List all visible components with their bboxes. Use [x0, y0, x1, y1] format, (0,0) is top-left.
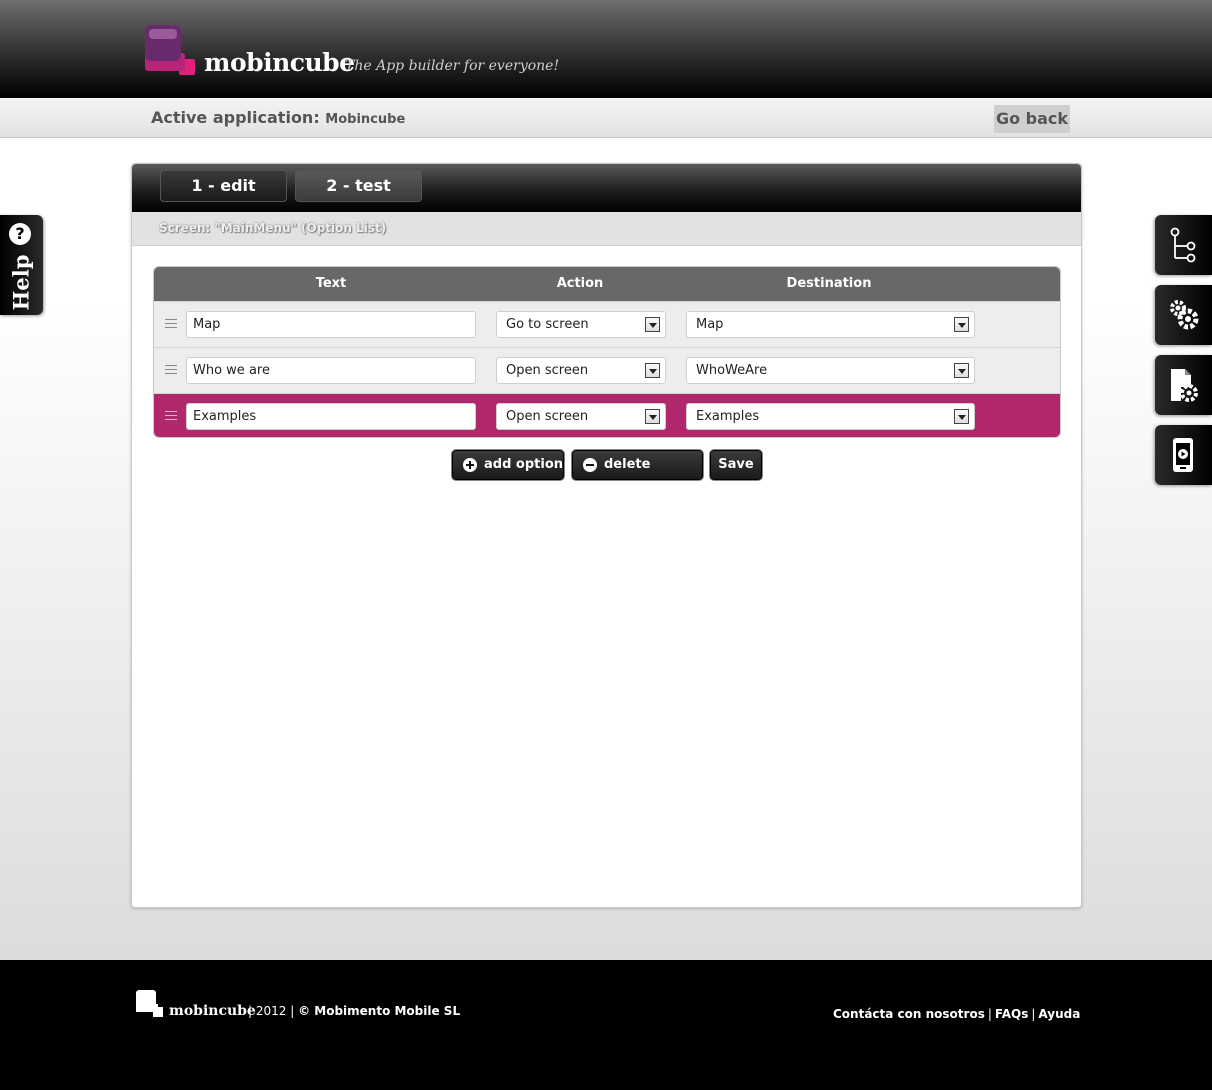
delete-option-button[interactable]: delete option [572, 450, 703, 500]
destination-select[interactable]: WhoWeAre [686, 357, 975, 384]
action-select-value: Go to screen [506, 317, 589, 332]
chevron-down-icon[interactable] [645, 317, 660, 332]
footer-year: 2012 [255, 1004, 287, 1018]
chevron-down-icon[interactable] [645, 409, 660, 424]
chevron-down-icon[interactable] [954, 363, 969, 378]
mobincube-logo-icon [136, 990, 166, 1020]
active-application-bar: Active application: Mobincube Go back [0, 98, 1212, 138]
active-application-label: Active application: Mobincube [151, 108, 405, 127]
tab-test[interactable]: 2 - test [295, 170, 422, 202]
go-back-button[interactable]: Go back [994, 105, 1070, 133]
chevron-down-icon[interactable] [954, 409, 969, 424]
option-text-input[interactable]: Map [186, 311, 476, 338]
option-list-table: Text Action Destination Map Go to screen… [153, 266, 1061, 438]
active-application-title: Active application: [151, 108, 320, 127]
action-select-value: Open screen [506, 363, 589, 378]
app-tree-tab[interactable] [1155, 215, 1212, 275]
save-button[interactable]: Save [710, 450, 762, 480]
file-settings-tab[interactable] [1155, 355, 1212, 415]
gears-icon [1170, 300, 1199, 330]
chevron-down-icon[interactable] [645, 363, 660, 378]
tab-edit[interactable]: 1 - edit [160, 170, 287, 202]
footer-link-faqs[interactable]: FAQs [995, 1007, 1028, 1021]
footer-copyright: | 2012 | © Mobimento Mobile SL [248, 1004, 461, 1018]
destination-select-value: Examples [696, 409, 760, 424]
drag-handle-icon[interactable] [165, 319, 177, 329]
footer-company: © Mobimento Mobile SL [298, 1004, 461, 1018]
table-row-selected[interactable]: Examples Open screen Examples [154, 393, 1060, 437]
option-text-input[interactable]: Who we are [186, 357, 476, 384]
site-header: mobincube The App builder for everyone! [0, 0, 1212, 98]
column-header-text: Text [315, 276, 347, 291]
add-option-button[interactable]: add option [452, 450, 564, 480]
tagline: The App builder for everyone! [345, 58, 560, 74]
editor-panel: 1 - edit 2 - test Screen: "MainMenu" (Op… [131, 163, 1082, 908]
drag-handle-icon[interactable] [165, 411, 177, 421]
action-select[interactable]: Go to screen [496, 311, 666, 338]
add-option-label: add option [484, 457, 564, 472]
phone-preview-icon [1173, 438, 1193, 472]
question-icon: ? [9, 223, 31, 245]
preview-tab[interactable] [1155, 425, 1212, 485]
destination-select-value: Map [696, 317, 724, 332]
option-text-input[interactable]: Examples [186, 403, 476, 430]
screen-info-bar: Screen: "MainMenu" (Option List) [132, 212, 1081, 246]
plus-icon [463, 458, 477, 472]
footer-link-ayuda[interactable]: Ayuda [1038, 1007, 1080, 1021]
column-header-destination: Destination [786, 276, 872, 291]
action-select[interactable]: Open screen [496, 357, 666, 384]
delete-option-label: delete option [604, 457, 652, 500]
tab-bar: 1 - edit 2 - test [132, 164, 1081, 212]
file-settings-icon [1171, 369, 1198, 402]
column-header-action: Action [556, 276, 604, 291]
drag-handle-icon[interactable] [165, 365, 177, 375]
minus-icon [583, 458, 597, 472]
screen-label: Screen: "MainMenu" (Option List) [159, 221, 387, 235]
settings-tab[interactable] [1155, 285, 1212, 345]
table-row[interactable]: Who we are Open screen WhoWeAre [154, 347, 1060, 393]
table-header: Text Action Destination [154, 267, 1060, 301]
active-application-name: Mobincube [325, 112, 406, 127]
footer-brand: mobincube [169, 1003, 256, 1019]
help-tab[interactable]: ? Help [0, 215, 43, 315]
chevron-down-icon[interactable] [954, 317, 969, 332]
action-select[interactable]: Open screen [496, 403, 666, 430]
tree-icon [1170, 227, 1196, 263]
site-footer: mobincube | 2012 | © Mobimento Mobile SL… [0, 960, 1212, 1090]
help-label: Help [8, 254, 34, 311]
mobincube-logo-icon[interactable] [145, 25, 197, 75]
destination-select[interactable]: Examples [686, 403, 975, 430]
footer-links: Contácta con nosotros | FAQs | Ayuda [833, 1007, 1081, 1021]
action-select-value: Open screen [506, 409, 589, 424]
destination-select[interactable]: Map [686, 311, 975, 338]
footer-link-contact[interactable]: Contácta con nosotros [833, 1007, 985, 1021]
destination-select-value: WhoWeAre [696, 363, 768, 378]
table-row[interactable]: Map Go to screen Map [154, 301, 1060, 347]
brand-name[interactable]: mobincube [204, 48, 355, 77]
